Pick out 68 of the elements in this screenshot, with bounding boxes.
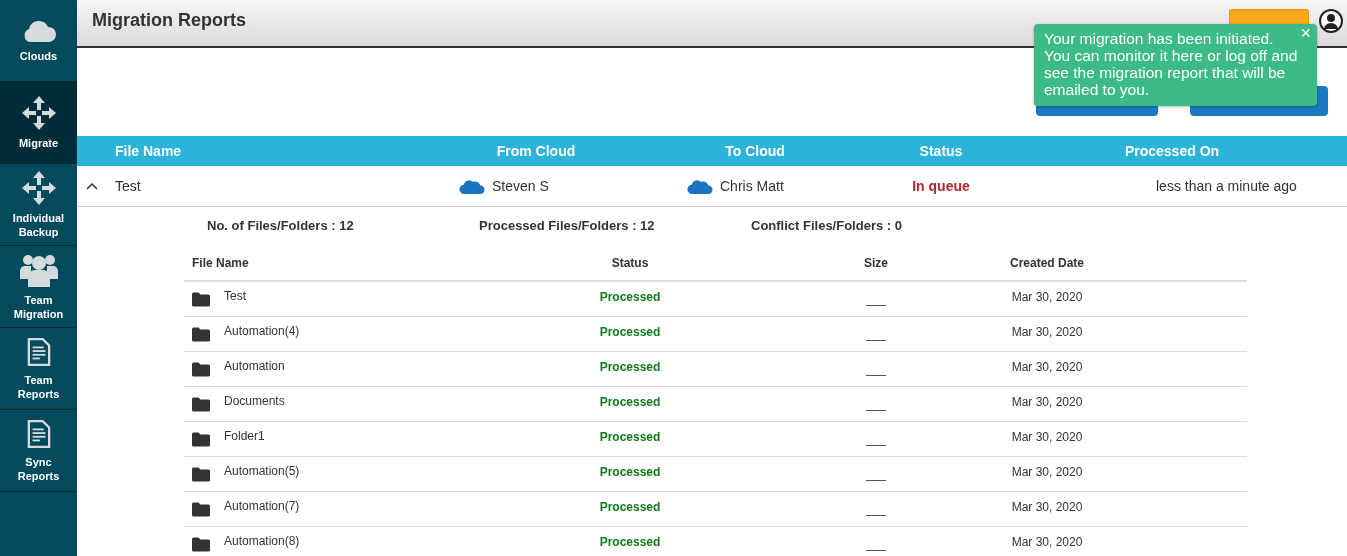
status-text: Processed [598,325,662,339]
column-header: Status [610,256,650,270]
cloud-icon [459,177,485,195]
column-header: Processed On [1123,143,1221,159]
folder-icon [192,431,210,447]
document-icon [26,418,51,449]
table-cell-text: ___ [865,432,887,446]
summary-text: Processed Files/Folders : 12 [479,218,656,235]
status-text: Processed [598,465,662,479]
table-cell: Automation [224,359,285,373]
table-cell: Automation(7) [224,499,300,513]
move-arrows-icon [21,95,56,130]
table-cell-text: Mar 30, 2020 [1010,325,1084,339]
folder-icon [192,501,210,517]
table-cell: Automation(5) [224,464,300,478]
summary-text: No. of Files/Folders : 12 [207,218,355,235]
column-header: Size [863,256,889,270]
user-avatar-icon[interactable] [1319,9,1343,33]
status-text: Processed [598,290,662,304]
table-cell-text: Mar 30, 2020 [1010,360,1084,374]
table-cell-text: ___ [865,467,887,481]
table-cell-text: Mar 30, 2020 [1010,535,1084,549]
status-text: Processed [598,395,662,409]
sidebar-item[interactable]: Migrate [0,82,77,164]
notification-message: Your migration has been initiated. You can monitor it here or log off and see the migration report that will be emailed to you. [1044,30,1298,98]
table-cell-text: Test [115,178,142,194]
page-title: Migration Reports [92,9,247,31]
folder-icon [192,326,210,342]
table-cell-text: Mar 30, 2020 [1010,290,1084,304]
table-cell: Folder1 [224,429,265,443]
column-header: File Name [191,256,250,270]
table-cell-text: Mar 30, 2020 [1010,395,1084,409]
table-cell-text: Mar 30, 2020 [1010,500,1084,514]
table-cell-text: ___ [865,397,887,411]
table-cell: Automation(8) [224,534,300,548]
column-header: To Cloud [724,143,786,159]
status-text: Processed [598,500,662,514]
summary-text: Conflict Files/Folders : 0 [751,218,903,235]
column-header: Status [918,143,964,159]
table-cell: Chris Matt [720,178,784,194]
folder-icon [192,466,210,482]
column-header: File Name [115,143,183,159]
move-arrows-icon [21,170,56,205]
folder-icon [192,396,210,412]
table-cell-text: ___ [865,327,887,341]
table-cell-text: Mar 30, 2020 [1010,465,1084,479]
team-icon [19,252,58,287]
table-cell: Automation(4) [224,324,300,338]
table-cell-text: ___ [865,292,887,306]
table-cell: Test [224,289,246,303]
table-cell: Steven S [492,178,549,194]
document-icon [26,336,51,367]
column-header: Created Date [1009,256,1085,270]
status-text: Processed [598,430,662,444]
table-cell: Documents [224,394,285,408]
status-text: Processed [598,535,662,549]
status-text: In queue [911,178,971,194]
column-header: From Cloud [495,143,577,159]
folder-icon [192,536,210,552]
cloud-icon [687,177,713,195]
folder-icon [192,361,210,377]
table-cell-text: less than a minute ago [1155,178,1298,194]
table-cell-text: ___ [865,537,887,551]
status-text: Processed [598,360,662,374]
table-cell-text: ___ [865,362,887,376]
table-cell-text: Mar 30, 2020 [1010,430,1084,444]
table-cell-text: ___ [865,502,887,516]
folder-icon [192,291,210,307]
